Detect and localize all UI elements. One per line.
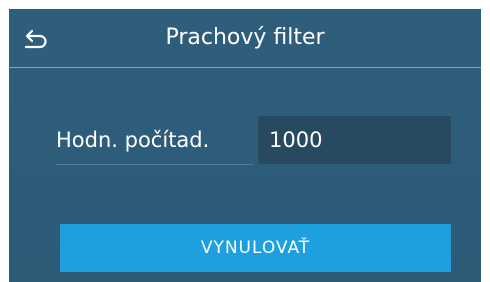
back-button[interactable] bbox=[9, 9, 61, 67]
back-arrow-icon bbox=[24, 29, 47, 49]
screen: Prachový filter Hodn. počítad. 1000 VYNU… bbox=[9, 9, 481, 282]
label-underline bbox=[56, 164, 253, 165]
content-area: Hodn. počítad. 1000 VYNULOVAŤ bbox=[9, 68, 481, 282]
counter-value-label: Hodn. počítad. bbox=[56, 128, 210, 152]
header-bar: Prachový filter bbox=[9, 9, 481, 67]
reset-button[interactable]: VYNULOVAŤ bbox=[60, 224, 451, 272]
page-title: Prachový filter bbox=[165, 25, 325, 50]
counter-value-field[interactable]: 1000 bbox=[258, 116, 451, 164]
